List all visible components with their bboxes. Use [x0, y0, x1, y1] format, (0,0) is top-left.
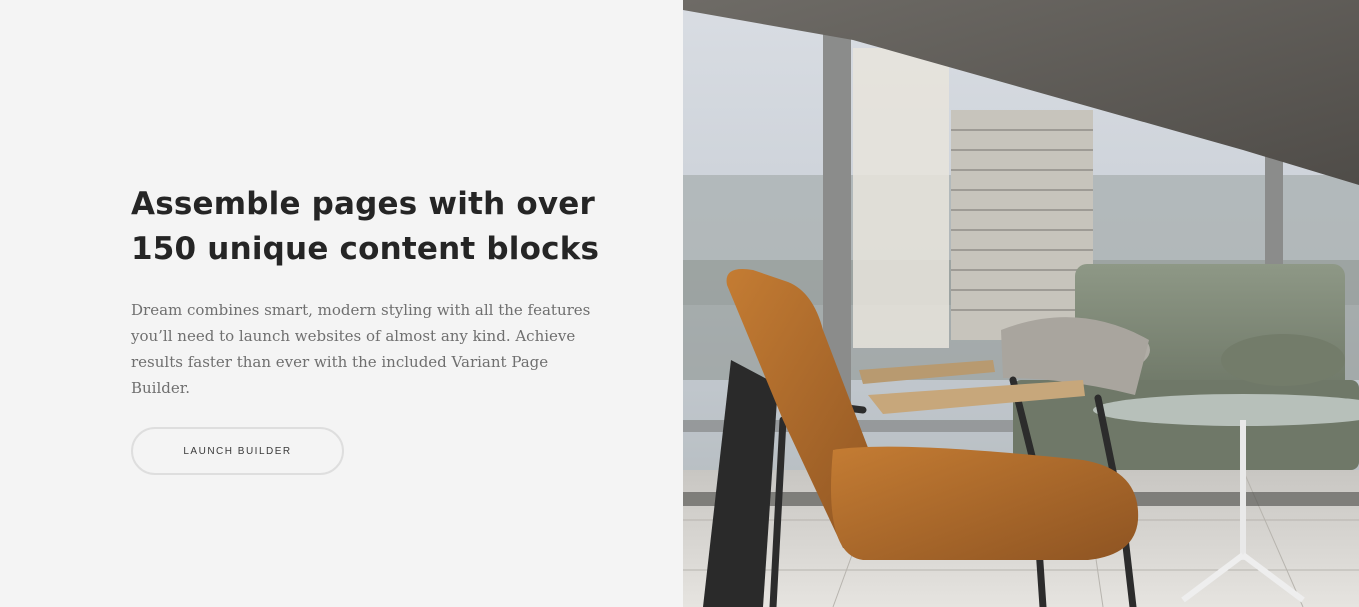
text-panel: Assemble pages with over 150 unique cont…: [0, 0, 683, 607]
hero-heading-line-2: 150 unique content blocks: [131, 231, 600, 267]
lounge-chair-photo: [683, 0, 1359, 607]
hero-description: Dream combines smart, modern styling wit…: [131, 301, 591, 397]
interior-photo: [683, 0, 1359, 607]
launch-builder-button[interactable]: LAUNCH BUILDER: [131, 427, 344, 475]
hero-heading: Assemble pages with over 150 unique cont…: [131, 182, 611, 272]
chair-seat: [831, 446, 1139, 560]
hero-heading-line-1: Assemble pages with over: [131, 186, 595, 222]
